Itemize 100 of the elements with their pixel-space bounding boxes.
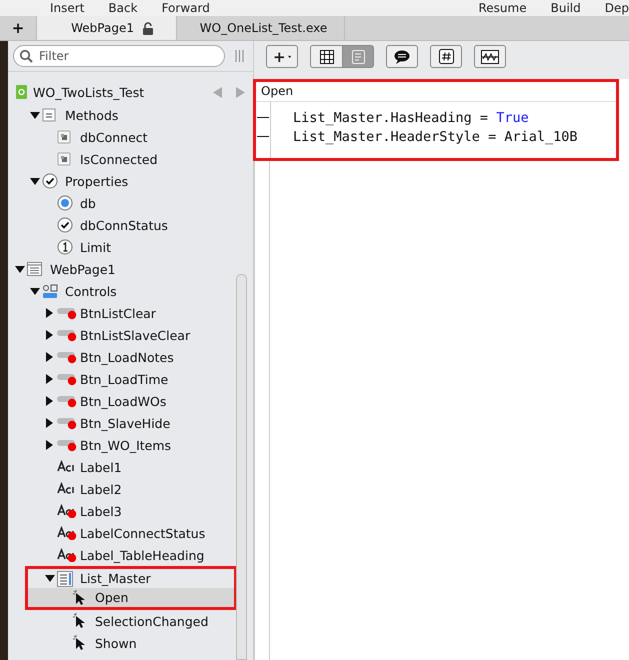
collapsed-triangle-icon[interactable] [46,330,53,340]
tree-label: BtnListSlaveClear [80,328,190,342]
menu-item[interactable]: Back [108,0,138,16]
tree-item[interactable]: Methods [8,104,253,126]
tree-label: Open [95,590,128,605]
add-button[interactable]: + [266,45,298,68]
object-icon [57,195,73,211]
tree-label: Label3 [80,504,122,518]
hash-icon [438,49,454,64]
tree-item[interactable]: Controls [8,280,253,302]
tree-label: IsConnected [80,152,158,166]
tree-item[interactable]: WebPage1 [8,258,253,280]
tree-item[interactable]: LabelConnectStatus [8,522,253,544]
text-label-icon [57,548,79,562]
menu-item[interactable]: Insert [50,0,84,16]
collapsed-triangle-icon[interactable] [46,396,53,406]
expanded-triangle-icon[interactable] [44,575,54,582]
tree-label: dbConnect [80,130,148,144]
tree-label: LabelConnectStatus [80,526,206,540]
grid-icon [320,50,334,64]
tree-label: Btn_SlaveHide [80,416,170,430]
collapsed-triangle-icon[interactable] [46,374,53,384]
expanded-triangle-icon[interactable] [30,178,40,184]
tree-item[interactable]: Shown [8,632,253,654]
caret-icon [288,54,291,58]
tree-label: Label_TableHeading [80,548,204,562]
tree-label: Btn_WO_Items [80,438,172,452]
collapsed-triangle-icon[interactable] [46,352,53,362]
menu-item[interactable]: Build [550,0,581,16]
button-control-icon [57,438,79,452]
project-icon [16,85,27,99]
code-line: List_Master.HasHeading = True [293,110,529,126]
methods-icon [42,108,56,122]
expanded-triangle-icon[interactable] [30,288,40,294]
text-label-icon [57,526,79,540]
tree-item[interactable]: Btn_WO_Items [8,434,253,456]
tree-item[interactable]: dbConnect [8,126,253,148]
tree-item[interactable]: Limit [8,236,253,258]
signal-button[interactable] [474,45,506,68]
list-control-icon [57,570,73,586]
pointer-icon [72,590,86,606]
tree-item[interactable]: IsConnected [8,148,253,170]
tree-item[interactable]: Btn_LoadNotes [8,346,253,368]
checkmark-circle-icon [57,217,73,233]
pointer-icon [72,635,86,651]
tab[interactable]: WebPage1 [37,16,177,40]
collapsed-triangle-icon[interactable] [46,418,53,428]
controls-icon [42,284,58,298]
project-name: WO_TwoLists_Test [33,84,146,100]
button-control-icon [57,306,79,320]
text-label-icon [57,504,79,518]
tree-label: Controls [65,284,117,298]
grid-view-button[interactable] [310,45,342,68]
tree-label: Btn_LoadWOs [80,394,166,408]
tree-item[interactable]: BtnListSlaveClear [8,324,253,346]
button-control-icon [57,328,79,342]
waveform-icon [481,50,499,64]
tree-label: Label2 [80,482,122,496]
tree-label: Shown [95,636,137,650]
tree-item[interactable]: Label_TableHeading [8,544,253,566]
collapsed-triangle-icon[interactable] [46,308,53,318]
button-control-icon [57,350,79,364]
filter-field[interactable]: Filter [13,45,225,67]
number-icon [57,239,73,255]
menu-item[interactable]: Dep [604,0,629,16]
tree-item[interactable]: SelectionChanged [8,610,253,632]
tree-item[interactable]: Btn_LoadTime [8,368,253,390]
tree-label: Btn_LoadTime [80,372,168,386]
tree-label: Label1 [80,460,122,474]
tree-label: BtnListClear [80,306,156,320]
tree-item[interactable]: Label3 [8,500,253,522]
collapsed-triangle-icon[interactable] [46,440,53,450]
tree-item[interactable]: Btn_LoadWOs [8,390,253,412]
expanded-triangle-icon[interactable] [14,266,24,272]
scrollbar-track[interactable] [236,274,247,660]
tree-item[interactable]: Btn_SlaveHide [8,412,253,434]
tree-label: Methods [65,108,118,122]
method-icon [57,130,71,144]
method-icon [57,152,71,166]
lock-icon [142,22,154,34]
column-handle-icon[interactable] [235,50,244,62]
tree-item[interactable]: Properties [8,170,253,192]
tree-item[interactable]: Open [25,588,237,610]
tree-item[interactable]: Label1 [8,456,253,478]
speech-bubble-icon [394,50,410,64]
comment-button[interactable] [386,45,418,68]
expanded-triangle-icon[interactable] [30,112,40,118]
constant-button[interactable] [430,45,462,68]
search-icon [19,49,33,63]
button-control-icon [57,416,79,430]
tree-label: Properties [65,174,128,188]
pointer-icon [72,613,86,629]
menu-item[interactable]: Forward [162,0,210,16]
tree-item[interactable]: BtnListClear [8,302,253,324]
tree-label: SelectionChanged [95,614,208,628]
menu-item[interactable]: Resume [478,0,527,16]
tree-label: Btn_LoadNotes [80,350,174,364]
tree-item[interactable]: dbConnStatus [8,214,253,236]
tree-item[interactable]: db [8,192,253,214]
tree-item[interactable]: Label2 [8,478,253,500]
